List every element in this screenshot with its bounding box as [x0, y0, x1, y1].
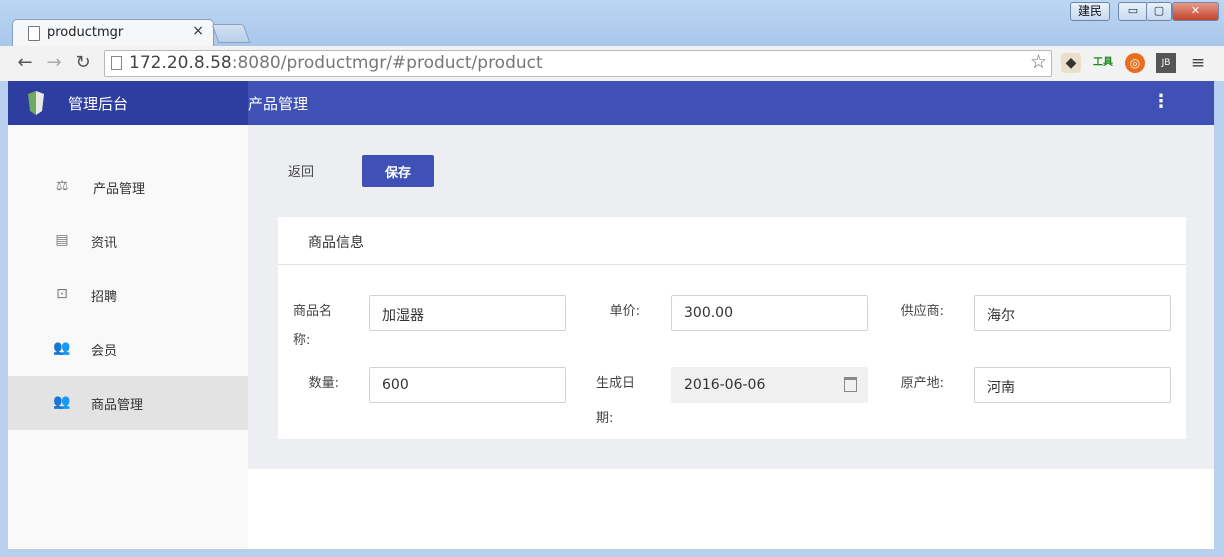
page-title: 产品管理 — [248, 95, 309, 113]
newspaper-icon: ▤ — [55, 232, 69, 248]
calendar-icon[interactable] — [844, 377, 857, 392]
origin-label: 原产地: — [900, 376, 944, 391]
card-header: 商品信息 — [278, 217, 1186, 265]
window-frame-bottom — [0, 549, 1224, 557]
browser-tab[interactable]: productmgr × — [12, 19, 214, 47]
new-tab-button[interactable] — [211, 24, 251, 43]
extension-tools-icon[interactable]: 工具 — [1093, 53, 1113, 73]
profile-button[interactable]: 建民 — [1070, 2, 1110, 21]
production-date-field[interactable]: 2016-06-06 — [671, 367, 868, 403]
sidebar-item-news[interactable]: ▤ 资讯 — [8, 214, 248, 268]
bookmark-star-icon[interactable]: ☆ — [1030, 51, 1047, 73]
price-field[interactable]: 300.00 — [671, 295, 868, 331]
sidebar-item-label: 招聘 — [91, 290, 118, 305]
sidebar-item-label: 商品管理 — [91, 398, 144, 413]
extension-diamond-icon[interactable]: ◆ — [1061, 53, 1081, 73]
sidebar-item-product-management[interactable]: ⚖ 产品管理 — [8, 160, 248, 214]
brand-name: 管理后台 — [68, 95, 129, 113]
window-frame-right — [1214, 81, 1224, 549]
production-date-label-cont: 期: — [596, 411, 614, 426]
users-icon: 👥 — [53, 340, 71, 356]
main-content: 返回 保存 商品信息 商品名 称: 加湿器 单价: 300.00 供应商: 海尔… — [248, 125, 1214, 469]
browser-titlebar: productmgr × 建民 ▭ ▢ ✕ — [0, 0, 1224, 47]
sidebar-item-label: 产品管理 — [93, 182, 146, 197]
back-arrow-icon[interactable]: ← — [14, 52, 36, 73]
quantity-label: 数量: — [308, 376, 339, 391]
maximize-button[interactable]: ▢ — [1146, 2, 1172, 21]
back-button[interactable]: 返回 — [288, 161, 314, 180]
price-value: 300.00 — [684, 305, 733, 321]
sidebar: ⚖ 产品管理 ▤ 资讯 ⊡ 招聘 👥 会员 👥 商品管理 — [8, 125, 248, 549]
extension-lifebuoy-icon[interactable]: ◎ — [1125, 53, 1145, 73]
product-name-field[interactable]: 加湿器 — [369, 295, 566, 331]
save-button[interactable]: 保存 — [362, 155, 434, 187]
supplier-value: 海尔 — [987, 308, 1015, 324]
more-vert-icon[interactable]: ⋮ — [1152, 91, 1170, 112]
reload-icon[interactable]: ↻ — [72, 52, 94, 73]
sidebar-item-members[interactable]: 👥 会员 — [8, 322, 248, 376]
tab-close-icon[interactable]: × — [192, 23, 204, 39]
forward-arrow-icon[interactable]: → — [43, 52, 65, 73]
supplier-label: 供应商: — [900, 304, 944, 319]
sidebar-item-goods-management[interactable]: 👥 商品管理 — [8, 376, 248, 430]
product-name-label: 商品名 — [293, 304, 333, 319]
production-date-label: 生成日 — [596, 376, 636, 391]
product-name-label-cont: 称: — [293, 333, 311, 348]
page-info-icon[interactable] — [111, 56, 122, 70]
url-path: :8080/productmgr/#product/product — [231, 53, 543, 73]
product-name-value: 加湿器 — [382, 308, 424, 324]
brand[interactable]: 管理后台 — [8, 81, 248, 125]
tab-title: productmgr — [47, 25, 124, 40]
app-header: 管理后台 产品管理 ⋮ — [8, 81, 1214, 125]
sidebar-item-label: 资讯 — [91, 236, 118, 251]
page-icon — [28, 26, 40, 41]
supplier-field[interactable]: 海尔 — [974, 295, 1171, 331]
scale-icon: ⚖ — [55, 178, 69, 194]
browser-toolbar: ← → ↻ 172.20.8.58:8080/productmgr/#produ… — [0, 46, 1224, 82]
recruit-icon: ⊡ — [56, 286, 68, 302]
address-url[interactable]: 172.20.8.58:8080/productmgr/#product/pro… — [129, 53, 543, 73]
quantity-value: 600 — [382, 377, 409, 393]
production-date-value: 2016-06-06 — [684, 377, 766, 393]
window-close-button[interactable]: ✕ — [1172, 2, 1219, 21]
url-host: 172.20.8.58 — [129, 53, 232, 73]
browser-menu-icon[interactable]: ≡ — [1188, 53, 1208, 73]
minimize-button[interactable]: ▭ — [1118, 2, 1148, 21]
extension-jb-icon[interactable]: JB — [1156, 53, 1176, 73]
address-bar[interactable]: 172.20.8.58:8080/productmgr/#product/pro… — [104, 50, 1052, 77]
origin-field[interactable]: 河南 — [974, 367, 1171, 403]
app-logo-icon — [28, 91, 44, 115]
origin-value: 河南 — [987, 380, 1015, 396]
sidebar-item-recruit[interactable]: ⊡ 招聘 — [8, 268, 248, 322]
card-title: 商品信息 — [308, 235, 364, 251]
sidebar-item-label: 会员 — [91, 344, 118, 359]
price-label: 单价: — [609, 304, 640, 319]
product-info-card: 商品信息 商品名 称: 加湿器 单价: 300.00 供应商: 海尔 数量: 6… — [278, 217, 1186, 439]
window-frame-left — [0, 81, 8, 549]
users-icon: 👥 — [53, 394, 71, 410]
quantity-field[interactable]: 600 — [369, 367, 566, 403]
